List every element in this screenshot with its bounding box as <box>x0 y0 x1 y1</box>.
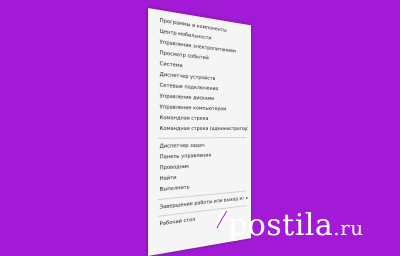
watermark-tld: .ru <box>333 216 364 240</box>
menu-item-command-prompt[interactable]: Командная строка <box>160 113 248 125</box>
submenu-arrow-icon: ▸ <box>246 195 249 201</box>
watermark-name: postila <box>228 208 334 243</box>
menu-item-command-prompt-admin[interactable]: Командная строка (администратор) <box>160 124 248 135</box>
watermark-postila: postila.ru <box>228 208 364 243</box>
menu-separator <box>157 136 247 139</box>
